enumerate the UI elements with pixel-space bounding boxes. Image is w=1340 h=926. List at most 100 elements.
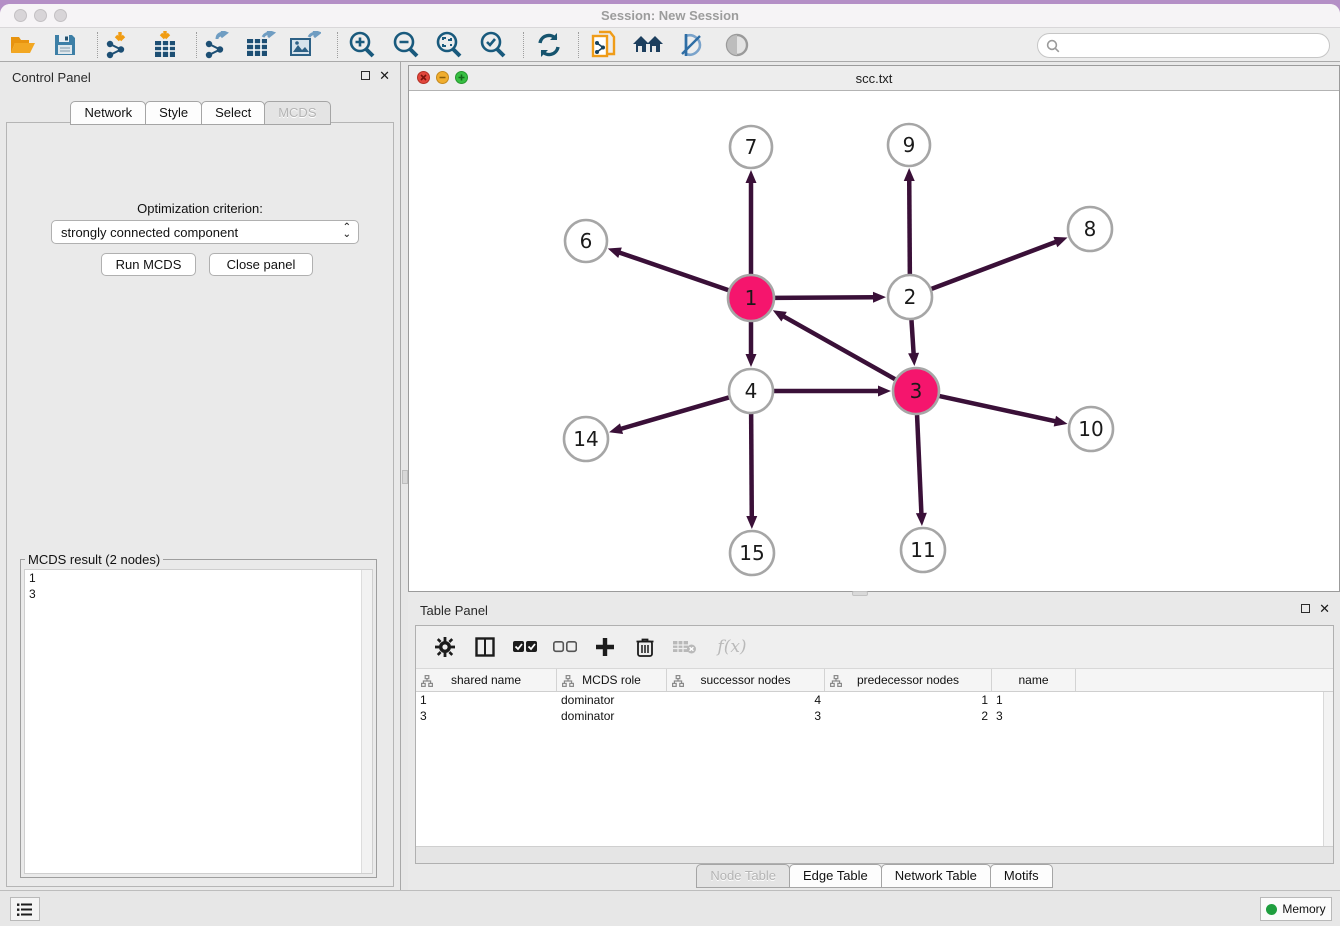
table-toolbar: f(x): [416, 626, 1333, 668]
edge-arrowhead: [904, 168, 915, 181]
mcds-result-box: MCDS result (2 nodes) 13: [20, 552, 377, 878]
memory-button[interactable]: Memory: [1260, 897, 1332, 921]
table-panel-title: Table Panel: [420, 603, 488, 618]
search-input[interactable]: [1060, 39, 1329, 53]
panel-splitter[interactable]: [400, 62, 408, 890]
graph-edge-3-10[interactable]: [939, 396, 1056, 421]
export-image-icon[interactable]: [288, 30, 322, 60]
tab-select[interactable]: Select: [201, 101, 265, 125]
toolbar-separator: [337, 32, 338, 58]
tab-network[interactable]: Network: [70, 101, 146, 125]
float-panel-icon[interactable]: [361, 71, 370, 80]
column-header-name[interactable]: name: [992, 669, 1076, 691]
table-cell[interactable]: 1: [825, 692, 992, 708]
table-cell[interactable]: 2: [825, 708, 992, 724]
table-cell[interactable]: 1: [416, 692, 557, 708]
table-cell[interactable]: dominator: [557, 692, 667, 708]
import-network-icon[interactable]: [102, 30, 136, 60]
table-row[interactable]: 1dominator411: [416, 692, 1333, 708]
toolbar-separator: [523, 32, 524, 58]
table-cell[interactable]: 4: [667, 692, 825, 708]
run-mcds-button[interactable]: Run MCDS: [101, 253, 196, 276]
table-tab-motifs[interactable]: Motifs: [990, 864, 1053, 888]
delete-icon[interactable]: [632, 634, 658, 660]
table-cell[interactable]: 1: [992, 692, 1076, 708]
table-vertical-scrollbar[interactable]: [1323, 692, 1333, 846]
export-network-icon[interactable]: [201, 30, 235, 60]
mcds-result-list[interactable]: 13: [24, 569, 373, 874]
table-row[interactable]: 3dominator323: [416, 708, 1333, 724]
node-label: 1: [745, 286, 758, 310]
mcds-result-legend: MCDS result (2 nodes): [25, 552, 163, 567]
open-session-icon[interactable]: [6, 30, 40, 60]
table-tab-node-table[interactable]: Node Table: [696, 864, 790, 888]
edge-arrowhead: [1053, 237, 1067, 247]
column-header-successor-nodes[interactable]: successor nodes: [667, 669, 825, 691]
task-history-button[interactable]: [10, 897, 40, 921]
graph-edge-3-1[interactable]: [782, 316, 895, 380]
network-window-titlebar[interactable]: scc.txt: [409, 66, 1339, 91]
add-icon[interactable]: [592, 634, 618, 660]
node-label: 3: [910, 379, 923, 403]
import-table-icon[interactable]: [148, 30, 182, 60]
close-panel-button[interactable]: Close panel: [209, 253, 313, 276]
graph-edge-2-9[interactable]: [909, 179, 910, 274]
apply-layout-icon[interactable]: [532, 30, 566, 60]
graph-edge-1-6[interactable]: [618, 252, 728, 290]
node-label: 15: [739, 541, 764, 565]
nested-networks-icon[interactable]: [631, 30, 665, 60]
zoom-out-icon[interactable]: [389, 30, 423, 60]
tab-style[interactable]: Style: [145, 101, 202, 125]
graph-edge-2-8[interactable]: [932, 241, 1058, 289]
table-cell[interactable]: 3: [667, 708, 825, 724]
column-header-predecessor-nodes[interactable]: predecessor nodes: [825, 669, 992, 691]
select-all-icon[interactable]: [512, 634, 538, 660]
export-table-icon[interactable]: [244, 30, 278, 60]
graph-edge-2-3[interactable]: [911, 320, 913, 355]
node-label: 6: [580, 229, 593, 253]
clone-network-icon[interactable]: [587, 30, 621, 60]
column-header-shared-name[interactable]: shared name: [416, 669, 557, 691]
application-window: Session: New Session: [0, 4, 1340, 926]
search-box[interactable]: [1037, 33, 1330, 58]
column-visibility-icon[interactable]: [472, 634, 498, 660]
graph-edge-3-11[interactable]: [917, 415, 921, 515]
table-cell[interactable]: dominator: [557, 708, 667, 724]
graphics-details-icon[interactable]: [675, 30, 709, 60]
close-panel-icon[interactable]: ✕: [379, 71, 390, 80]
graph-edge-4-14[interactable]: [620, 397, 729, 429]
table-tab-edge-table[interactable]: Edge Table: [789, 864, 882, 888]
float-table-panel-icon[interactable]: [1301, 604, 1310, 613]
table-cell[interactable]: 3: [416, 708, 557, 724]
network-graph[interactable]: 7968124314101511: [409, 91, 1339, 591]
column-header-MCDS-role[interactable]: MCDS role: [557, 669, 667, 691]
criterion-dropdown[interactable]: strongly connected component ⌃⌄: [51, 220, 359, 244]
table-horizontal-scrollbar[interactable]: [416, 846, 1333, 863]
table-cell[interactable]: 3: [992, 708, 1076, 724]
zoom-in-icon[interactable]: [345, 30, 379, 60]
deselect-all-icon[interactable]: [552, 634, 578, 660]
network-canvas[interactable]: 7968124314101511: [409, 91, 1339, 591]
graph-edge-1-2[interactable]: [775, 297, 875, 298]
overview-icon[interactable]: [720, 30, 754, 60]
delete-column-icon: [672, 634, 698, 660]
zoom-selected-icon[interactable]: [476, 30, 510, 60]
node-label: 8: [1084, 217, 1097, 241]
table-tab-network-table[interactable]: Network Table: [881, 864, 991, 888]
table-body: 1dominator4113dominator323: [416, 692, 1333, 846]
main-toolbar: [0, 28, 1340, 62]
table-panel-tabs: Node TableEdge TableNetwork TableMotifs: [408, 864, 1340, 888]
result-scrollbar[interactable]: [361, 570, 372, 873]
control-panel-title: Control Panel: [12, 70, 91, 85]
save-session-icon[interactable]: [48, 30, 82, 60]
close-table-panel-icon[interactable]: ✕: [1319, 604, 1330, 613]
toolbar-separator: [196, 32, 197, 58]
horizontal-splitter-handle[interactable]: [852, 591, 868, 596]
table-settings-icon[interactable]: [432, 634, 458, 660]
optimization-criterion-label: Optimization criterion:: [7, 201, 393, 216]
graph-edge-4-15[interactable]: [751, 414, 752, 518]
list-icon: [17, 903, 33, 916]
zoom-fit-icon[interactable]: [432, 30, 466, 60]
status-bar: Memory: [0, 890, 1340, 926]
tab-mcds[interactable]: MCDS: [264, 101, 330, 125]
